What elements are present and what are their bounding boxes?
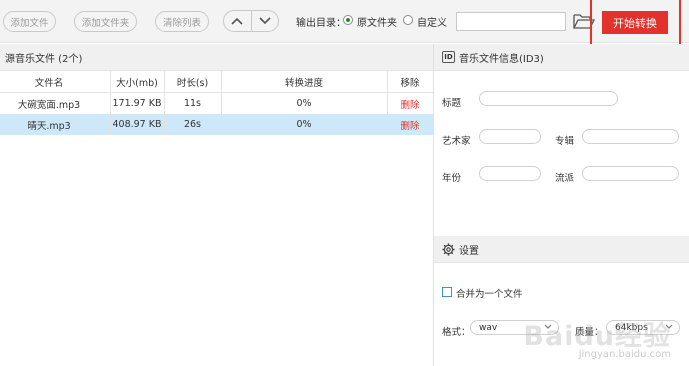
title-input[interactable] [479,91,618,106]
table-row[interactable]: 晴天.mp3 408.97 KB 26s 0% 删除 [0,114,433,135]
move-down-button[interactable] [250,11,279,31]
quality-label: 质量： [575,327,604,338]
delete-link[interactable]: 删除 [387,93,433,114]
settings-title: 设置 [459,245,479,257]
delete-link[interactable]: 删除 [387,114,433,135]
move-up-button[interactable] [224,11,251,31]
col-remove: 移除 [400,77,420,89]
radio-custom[interactable] [403,15,413,25]
format-label: 格式： [442,327,471,338]
chevron-down-icon [259,17,271,25]
radio-custom-label: 自定义 [417,18,447,29]
format-value: wav [479,322,498,333]
radio-original-label: 原文件夹 [357,18,397,29]
file-duration: 26s [183,119,202,130]
col-size: 大小(mb) [116,77,158,89]
album-input[interactable] [582,129,679,144]
chevron-up-icon [231,17,243,25]
id-badge-icon: ID [442,51,455,63]
year-input[interactable] [479,166,541,181]
file-progress: 0% [296,119,312,130]
col-duration: 时长(s) [176,77,209,89]
artist-label: 艺术家 [442,136,471,147]
file-list-panel: 源音乐文件 (2个) 文件名 大小(mb) 时长(s) 转换进度 移除 大碗宽面… [0,44,433,366]
move-buttons [223,10,279,32]
add-folder-button[interactable]: 添加文件夹 [74,11,137,32]
quality-value: 64kbps [615,322,648,333]
file-size: 171.97 KB [112,98,162,109]
radio-original-folder[interactable] [343,15,353,25]
file-duration: 11s [183,98,202,109]
gear-icon [442,242,455,256]
file-table-header: 文件名 大小(mb) 时长(s) 转换进度 移除 [0,71,433,93]
file-progress: 0% [296,98,312,109]
file-size: 408.97 KB [112,119,162,130]
genre-input[interactable] [582,166,679,181]
merge-label: 合并为一个文件 [456,289,523,300]
artist-input[interactable] [479,129,541,144]
chevron-down-icon [544,324,552,329]
chevron-down-icon [665,324,673,329]
toolbar: 添加文件 添加文件夹 清除列表 输出目录： 原文件夹 自定义 开始转换 [0,0,689,43]
settings-header: 设置 [434,236,689,263]
output-path-input[interactable] [456,12,566,31]
file-name: 晴天.mp3 [27,120,71,132]
file-list-title: 源音乐文件 (2个) [0,44,433,71]
add-file-button[interactable]: 添加文件 [3,11,56,32]
info-panel: ID 音乐文件信息(ID3) 标题 艺术家 专辑 年份 流派 设置 合并为一个文… [433,44,689,366]
id3-title: 音乐文件信息(ID3) [459,53,544,65]
clear-list-button[interactable]: 清除列表 [155,11,209,32]
col-progress: 转换进度 [284,77,323,89]
output-dir-label: 输出目录： [296,18,346,29]
col-name: 文件名 [34,77,64,89]
file-name: 大碗宽面.mp3 [17,99,81,111]
format-select[interactable]: wav [470,320,559,335]
genre-label: 流派 [555,173,575,184]
quality-select[interactable]: 64kbps [606,320,680,335]
year-label: 年份 [442,173,462,184]
title-label: 标题 [442,98,462,109]
id3-header: ID 音乐文件信息(ID3) [434,44,689,71]
merge-checkbox[interactable] [442,287,452,297]
album-label: 专辑 [555,136,575,147]
table-row[interactable]: 大碗宽面.mp3 171.97 KB 11s 0% 删除 [0,93,433,114]
